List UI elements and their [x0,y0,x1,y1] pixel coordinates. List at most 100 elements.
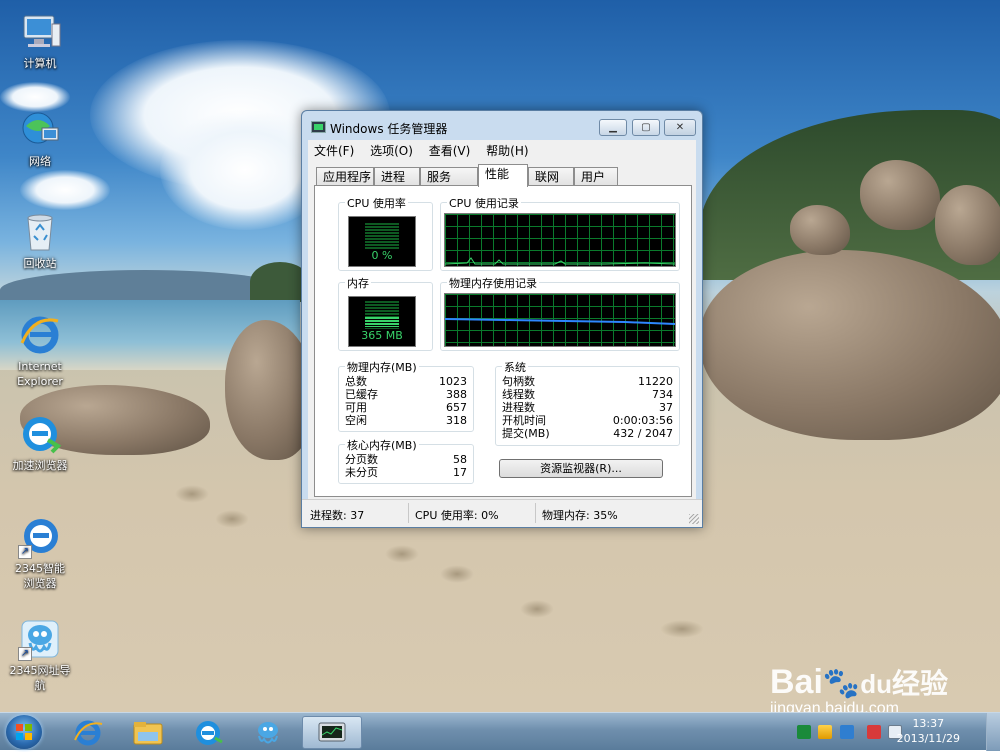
tray-security-icon[interactable] [840,725,854,739]
rock [935,185,1000,265]
desktop-icon-accelerated-browser[interactable]: 加速浏览器 [0,412,80,473]
cpu-usage-group: CPU 使用率 0 % [338,195,433,271]
footprint [440,565,474,583]
memory-history-graph [444,293,676,347]
menu-view[interactable]: 查看(V) [423,140,477,159]
stat-row: 开机时间 0:00:03:56 [502,414,673,427]
octopus-icon [258,722,278,744]
stat-value: 657 [446,401,467,414]
tab-processes[interactable]: 进程 [374,167,420,186]
browser-e-icon: ↗ [18,515,62,559]
taskbar-task-manager[interactable] [302,716,362,749]
taskbar-accelerated-browser[interactable] [182,716,234,749]
taskbar-internet-explorer[interactable] [62,716,114,749]
minimize-button[interactable]: ▁ [599,119,627,136]
tab-users[interactable]: 用户 [574,167,618,186]
physical-memory-title: 物理内存(MB) [345,359,419,375]
baidu-jingyan-url: jingyan.baidu.com [770,700,899,712]
tray-network-icon[interactable] [797,725,811,739]
window-title: Windows 任务管理器 [330,122,448,136]
browser-e-icon [18,412,62,456]
clock-time: 13:37 [912,717,945,730]
memory-history-group: 物理内存使用记录 [440,275,680,351]
tray-volume-muted-icon[interactable] [867,725,881,739]
footprint [385,545,419,563]
tab-performance[interactable]: 性能 [478,164,528,187]
footprint [520,600,554,618]
task-manager-icon [311,121,326,133]
stat-label: 提交(MB) [502,427,550,440]
start-button[interactable] [6,715,42,749]
menu-file[interactable]: 文件(F) [308,140,360,159]
stat-value: 388 [446,388,467,401]
shortcut-arrow-icon: ↗ [18,545,32,559]
task-manager-icon [318,722,346,742]
browser-e-icon [196,721,223,745]
stat-value: 432 / 2047 [613,427,673,440]
cpu-usage-label: CPU 使用率 [345,195,408,211]
windows-logo-icon [16,724,32,740]
status-memory: 物理内存: 35% [542,509,618,522]
desktop-icon-computer[interactable]: 计算机 [0,10,80,71]
menu-help[interactable]: 帮助(H) [480,140,534,159]
performance-panel: CPU 使用率 0 % CPU 使用记录 内存 365 MB 物理内存使用记录 … [314,185,692,497]
stat-row: 未分页 17 [345,466,467,479]
task-manager-window[interactable]: Windows 任务管理器 ▁ ▢ ✕ 文件(F) 选项(O) 查看(V) 帮助… [301,110,703,528]
physical-memory-group: 物理内存(MB) 总数 1023 已缓存 388 可用 657 空闲 318 [338,359,474,432]
tab-networking[interactable]: 联网 [528,167,574,186]
stat-row: 句柄数 11220 [502,375,673,388]
show-desktop-button[interactable] [986,713,1000,751]
resource-monitor-button[interactable]: 资源监视器(R)... [499,459,663,478]
stat-value: 11220 [638,375,673,388]
tab-applications[interactable]: 应用程序 [316,167,374,186]
recycle-bin-icon [18,210,62,254]
tray-shield-icon[interactable] [818,725,832,739]
desktop-icon-recycle-bin[interactable]: 回收站 [0,210,80,271]
cpu-history-graph [444,213,676,267]
stat-value: 37 [659,401,673,414]
taskbar-explorer[interactable] [122,716,174,749]
system-group: 系统 句柄数 11220 线程数 734 进程数 37 开机时间 0:00:03:56 … [495,359,680,446]
status-cpu: CPU 使用率: 0% [415,509,499,522]
maximize-button[interactable]: ▢ [632,119,660,136]
memory-history-label: 物理内存使用记录 [447,275,539,291]
stat-value: 1023 [439,375,467,388]
desktop-icon-label: 网络 [29,155,51,168]
desktop-icon-internet-explorer[interactable]: Internet Explorer [0,313,80,389]
cpu-usage-meter: 0 % [348,216,416,267]
window-body: 应用程序 进程 服务 性能 联网 用户 CPU 使用率 0 % CPU 使用记录 [308,160,696,499]
taskbar-2345-navigation[interactable] [242,716,294,749]
stat-value: 17 [453,466,467,479]
memory-label: 内存 [345,275,371,291]
stat-label: 进程数 [502,401,535,414]
stat-row: 已缓存 388 [345,388,467,401]
desktop-icon-label: Internet Explorer [17,360,63,388]
footprint [660,620,704,638]
stat-label: 空闲 [345,414,367,427]
memory-meter: 365 MB [348,296,416,347]
system-clock[interactable]: 13:37 2013/11/29 [897,716,960,746]
desktop-icon-2345-browser[interactable]: ↗ 2345智能浏览器 [0,515,80,591]
baidu-logo: Bai🐾du经验 [770,663,949,701]
status-processes: 进程数: 37 [310,509,365,522]
internet-explorer-icon [18,313,62,357]
desktop-icon-label: 2345网址导航 [9,664,71,692]
desktop-icon-2345-navigation[interactable]: ↗ 2345网址导航 [0,617,80,693]
octopus-icon: ↗ [18,617,62,661]
title-bar[interactable]: Windows 任务管理器 ▁ ▢ ✕ [302,111,702,141]
status-bar: 进程数: 37 CPU 使用率: 0% 物理内存: 35% [302,499,702,527]
large-rock [700,250,1000,440]
stat-row: 分页数 58 [345,453,467,466]
system-title: 系统 [502,359,528,375]
stat-label: 分页数 [345,453,378,466]
kernel-memory-title: 核心内存(MB) [345,437,419,453]
resize-grip[interactable] [689,514,699,524]
memory-value: 365 MB [361,329,403,342]
cpu-history-line [445,257,675,265]
footprint [215,510,249,528]
desktop-icon-network[interactable]: 网络 [0,108,80,169]
menu-options[interactable]: 选项(O) [364,140,419,159]
tab-services[interactable]: 服务 [420,167,478,186]
close-button[interactable]: ✕ [664,119,696,136]
memory-group: 内存 365 MB [338,275,433,351]
